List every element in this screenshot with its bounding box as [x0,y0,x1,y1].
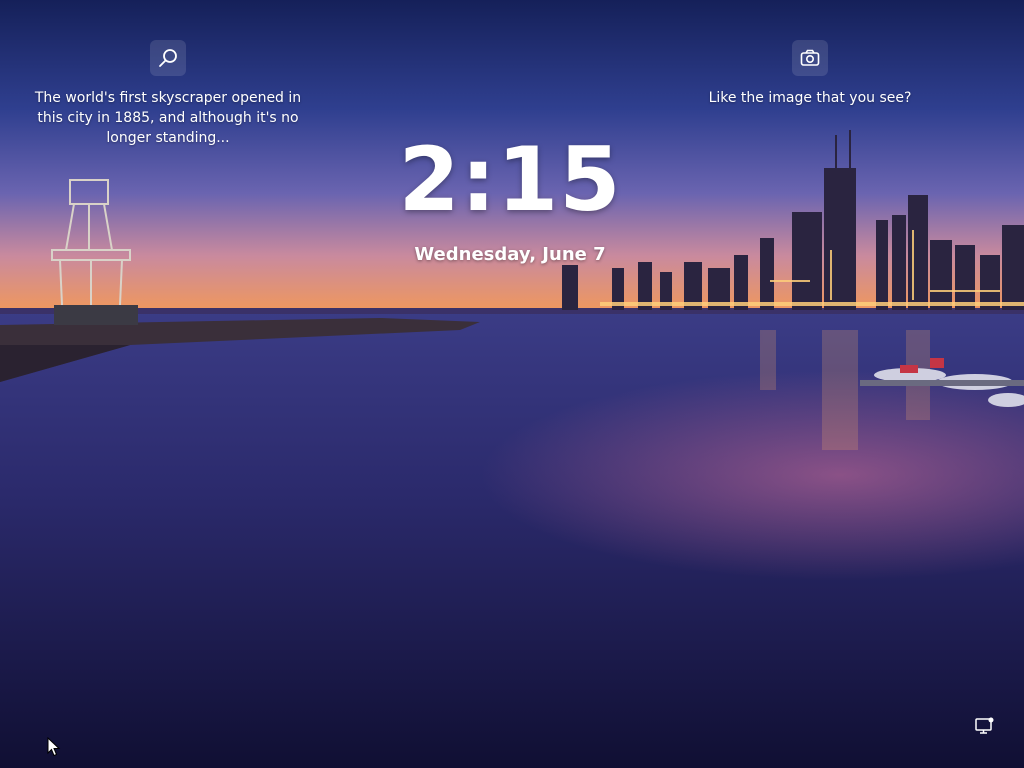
lock-screen[interactable]: The world's first skyscraper opened in t… [0,0,1024,768]
network-icon[interactable] [974,715,996,737]
lock-screen-date: Wednesday, June 7 [414,244,606,265]
lock-screen-time: 2:15 [398,128,622,231]
mouse-cursor [47,737,61,757]
search-icon [159,49,177,67]
spotlight-feedback-text[interactable]: Like the image that you see? [670,88,950,108]
camera-icon [800,49,820,66]
image-feedback-button[interactable] [792,40,828,76]
spotlight-fact-text[interactable]: The world's first skyscraper opened in t… [28,88,308,148]
spotlight-feedback-card[interactable]: Like the image that you see? [670,40,950,108]
learn-more-button[interactable] [150,40,186,76]
spotlight-fact-card[interactable]: The world's first skyscraper opened in t… [28,40,308,148]
